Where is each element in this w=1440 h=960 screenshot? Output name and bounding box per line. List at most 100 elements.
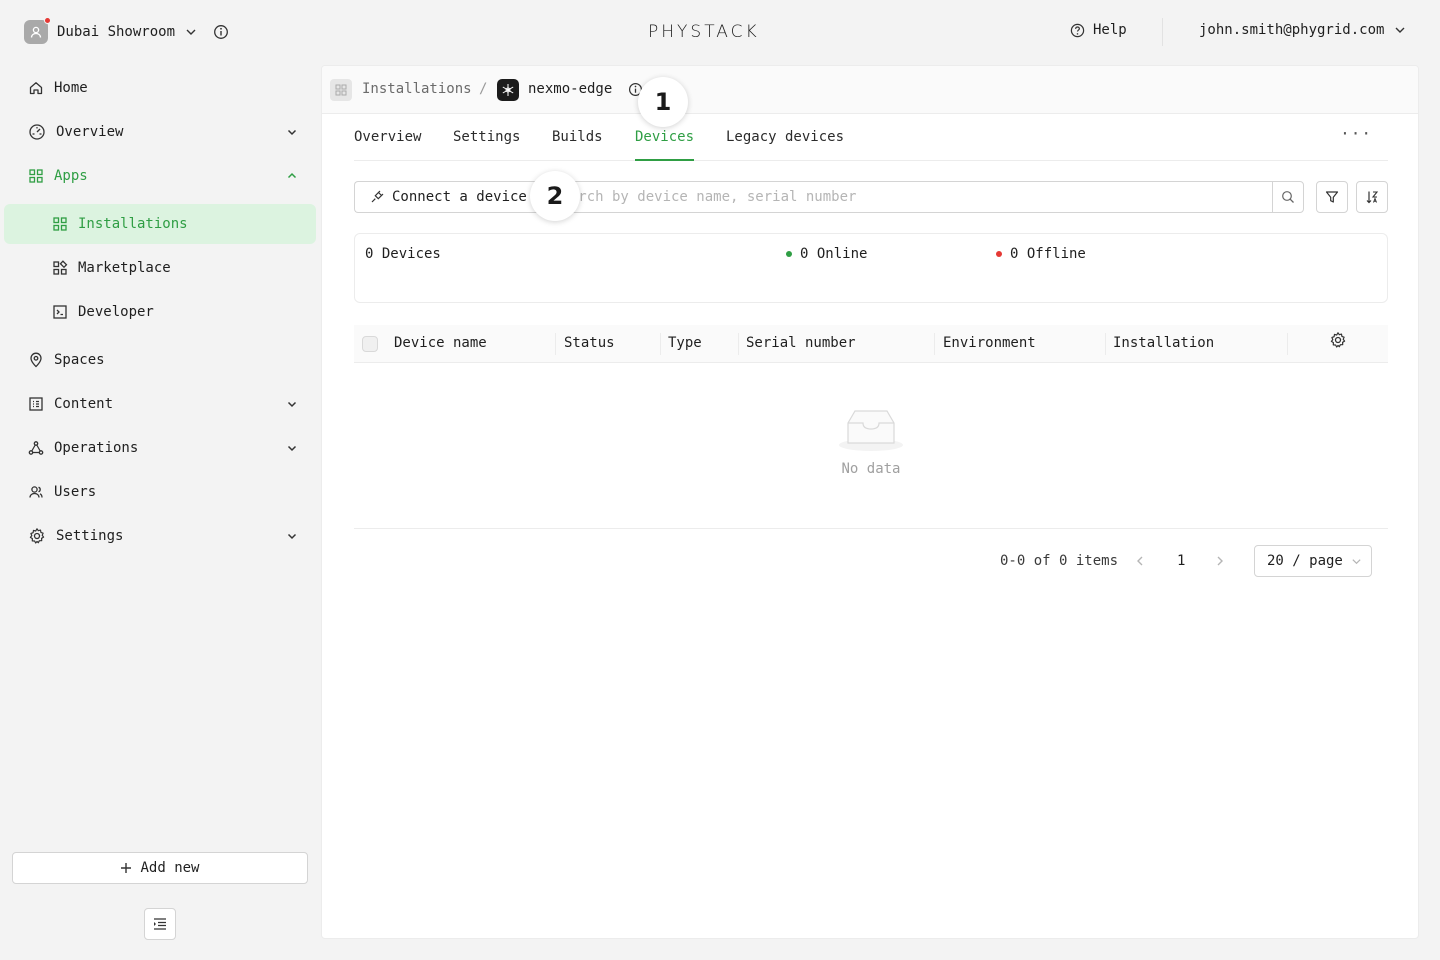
sidebar-item-operations[interactable]: Operations xyxy=(4,428,316,468)
connect-device-label: Connect a device xyxy=(392,189,527,205)
stat-total-devices-label: 0 Devices xyxy=(365,246,441,262)
top-bar: Dubai Showroom PHYSTACK Help john.smith@… xyxy=(0,0,1440,64)
breadcrumb-installations-link[interactable]: Installations xyxy=(362,81,472,97)
devices-toolbar: Connect a device xyxy=(354,181,1388,213)
column-divider xyxy=(934,333,935,355)
collapse-sidebar-button[interactable] xyxy=(144,908,176,940)
annotation-marker-2: 2 xyxy=(530,171,580,221)
chevron-down-icon[interactable] xyxy=(185,26,197,38)
device-search-input[interactable] xyxy=(540,181,1273,213)
sidebar: Home Overview Apps Installations Marketp… xyxy=(0,64,320,960)
column-divider xyxy=(738,333,739,355)
add-new-button[interactable]: Add new xyxy=(12,852,308,884)
sidebar-item-marketplace[interactable]: Marketplace xyxy=(4,248,316,288)
sidebar-item-overview[interactable]: Overview xyxy=(4,112,316,152)
breadcrumb: Installations / nexmo-edge xyxy=(322,66,1418,114)
search-button[interactable] xyxy=(1272,181,1304,213)
user-email: john.smith@phygrid.com xyxy=(1199,22,1385,38)
plus-icon xyxy=(121,863,132,873)
tab-settings[interactable]: Settings xyxy=(453,129,520,161)
breadcrumb-current: nexmo-edge xyxy=(528,81,613,97)
devices-table-header: Device name Status Type Serial number En… xyxy=(354,325,1388,363)
previous-page-button[interactable] xyxy=(1134,553,1146,585)
plug-icon xyxy=(371,190,384,203)
operations-nodes-icon xyxy=(28,441,44,455)
page-size-value: 20 / page xyxy=(1267,553,1343,569)
dashboard-icon xyxy=(29,124,45,140)
indent-list-icon xyxy=(154,918,166,930)
help-button[interactable]: Help xyxy=(1070,22,1127,38)
annotation-marker-1: 1 xyxy=(638,77,688,127)
breadcrumb-separator: / xyxy=(479,81,488,97)
sidebar-item-spaces[interactable]: Spaces xyxy=(4,340,316,380)
filter-icon xyxy=(1325,191,1339,203)
column-divider xyxy=(1105,333,1106,355)
app-logo-icon xyxy=(497,79,519,101)
connect-device-button[interactable]: Connect a device xyxy=(354,181,540,213)
apps-grid-icon xyxy=(335,84,347,96)
next-page-button[interactable] xyxy=(1214,553,1226,585)
more-options-button[interactable]: ··· xyxy=(1340,124,1372,143)
empty-state: No data xyxy=(354,363,1388,529)
column-header-device-name[interactable]: Device name xyxy=(394,335,487,351)
home-icon xyxy=(29,82,43,95)
apps-grid-icon xyxy=(53,217,67,231)
sidebar-item-content[interactable]: Content xyxy=(4,384,316,424)
org-switcher[interactable]: Dubai Showroom xyxy=(24,17,229,44)
tab-devices[interactable]: Devices xyxy=(635,129,695,161)
tab-bar: Overview Settings Builds Devices Legacy … xyxy=(354,114,1388,161)
stat-offline-label: 0 Offline xyxy=(1010,246,1086,262)
page-size-select[interactable]: 20 / page xyxy=(1254,545,1372,577)
user-menu[interactable]: john.smith@phygrid.com xyxy=(1199,22,1406,38)
chevron-down-icon xyxy=(1395,27,1405,33)
tab-builds[interactable]: Builds xyxy=(552,129,603,161)
column-header-type[interactable]: Type xyxy=(668,335,702,351)
chevron-down-icon xyxy=(1352,558,1361,564)
column-divider xyxy=(555,333,556,355)
stat-total-devices: 0 Devices xyxy=(365,246,441,262)
chevron-down-icon xyxy=(287,445,297,452)
tab-legacy-devices[interactable]: Legacy devices xyxy=(726,129,844,161)
chevron-left-icon xyxy=(1137,556,1143,566)
sidebar-item-installations[interactable]: Installations xyxy=(4,204,316,244)
apps-grid-icon xyxy=(29,169,43,183)
stat-online: 0 Online xyxy=(786,246,867,262)
select-all-checkbox[interactable] xyxy=(362,336,378,352)
empty-state-text: No data xyxy=(841,461,901,477)
tab-overview[interactable]: Overview xyxy=(354,129,421,161)
marketplace-icon xyxy=(53,260,68,275)
header-divider xyxy=(1162,18,1163,46)
column-header-installation[interactable]: Installation xyxy=(1113,335,1214,351)
column-divider xyxy=(660,333,661,355)
sidebar-item-settings[interactable]: Settings xyxy=(4,516,316,556)
stat-offline: 0 Offline xyxy=(996,246,1086,262)
users-icon xyxy=(29,486,43,498)
info-icon[interactable] xyxy=(213,24,229,40)
page-number-1[interactable]: 1 xyxy=(1177,553,1185,585)
pagination-range: 0-0 of 0 items xyxy=(1000,553,1119,569)
content-list-icon xyxy=(29,397,43,411)
column-header-environment[interactable]: Environment xyxy=(943,335,1036,351)
column-header-status[interactable]: Status xyxy=(564,335,615,351)
sidebar-item-users[interactable]: Users xyxy=(4,472,316,512)
column-divider xyxy=(1287,333,1288,355)
sidebar-item-developer[interactable]: Developer xyxy=(4,292,316,332)
sort-button[interactable] xyxy=(1356,181,1388,213)
add-new-label: Add new xyxy=(140,860,200,876)
terminal-icon xyxy=(53,305,67,319)
sidebar-item-home[interactable]: Home xyxy=(4,68,316,108)
snowflake-icon xyxy=(502,84,514,96)
installations-breadcrumb-icon xyxy=(330,79,352,101)
column-settings-gear-icon[interactable] xyxy=(1329,331,1347,349)
sidebar-item-apps[interactable]: Apps xyxy=(4,156,316,196)
location-pin-icon xyxy=(30,352,42,368)
sort-icon xyxy=(1366,191,1379,204)
chevron-down-icon xyxy=(287,533,297,540)
search-icon xyxy=(1282,191,1294,203)
stat-online-label: 0 Online xyxy=(800,246,868,262)
filter-button[interactable] xyxy=(1316,181,1348,213)
user-silhouette-icon xyxy=(30,26,42,38)
column-header-serial-number[interactable]: Serial number xyxy=(746,335,856,351)
notification-dot xyxy=(44,17,51,24)
chevron-down-icon xyxy=(287,129,297,136)
